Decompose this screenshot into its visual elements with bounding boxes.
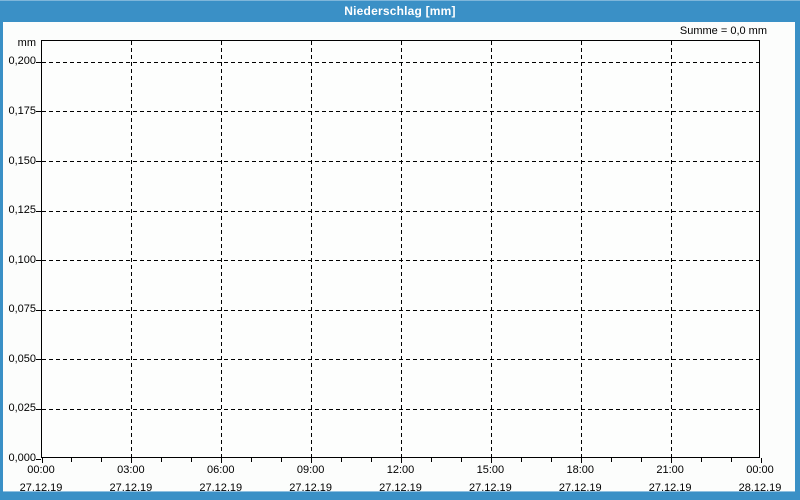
x-axis-date-label: 28.12.19: [739, 482, 782, 494]
x-axis-time-label: 06:00: [207, 464, 235, 476]
x-axis-time-label: 15:00: [477, 464, 505, 476]
y-axis-tick-label: 0,075: [3, 303, 36, 315]
x-axis-major-tick: [131, 458, 132, 463]
y-axis-tick: [36, 459, 41, 460]
y-axis-tick-label: 0,100: [3, 254, 36, 266]
x-gridline: [671, 41, 672, 457]
x-axis-major-tick: [671, 458, 672, 463]
x-axis-date-label: 27.12.19: [20, 482, 63, 494]
x-axis-major-tick: [221, 458, 222, 463]
x-axis-major-tick: [761, 458, 762, 463]
y-axis-tick-label: 0,125: [3, 204, 36, 216]
chart-panel: Summe = 0,0 mm mm 0,200 0,175 0,150 0,125 0,…: [3, 22, 795, 492]
x-gridline: [491, 41, 492, 457]
window-title-bar: Niederschlag [mm]: [0, 0, 800, 22]
x-axis-date-label: 27.12.19: [649, 482, 692, 494]
x-axis-minor-tick: [101, 458, 102, 462]
x-axis-minor-tick: [611, 458, 612, 462]
x-axis-minor-tick: [371, 458, 372, 462]
y-axis-tick: [36, 359, 41, 360]
x-axis-minor-tick: [641, 458, 642, 462]
x-axis-major-tick: [581, 458, 582, 463]
y-axis-tick: [36, 161, 41, 162]
plot-area: [41, 40, 760, 458]
y-axis-tick-label: 0,200: [3, 55, 36, 67]
x-gridline: [131, 41, 132, 457]
x-axis-date-label: 27.12.19: [559, 482, 602, 494]
x-axis-time-label: 03:00: [117, 464, 145, 476]
x-gridline: [311, 41, 312, 457]
y-axis-tick: [36, 211, 41, 212]
x-axis-date-label: 27.12.19: [469, 482, 512, 494]
x-axis-minor-tick: [731, 458, 732, 462]
x-axis-minor-tick: [701, 458, 702, 462]
x-axis-time-label: 00:00: [746, 464, 774, 476]
x-gridline: [221, 41, 222, 457]
y-axis-tick-label: 0,150: [3, 155, 36, 167]
x-gridline: [581, 41, 582, 457]
y-axis-tick: [36, 62, 41, 63]
sum-annotation: Summe = 0,0 mm: [680, 25, 767, 37]
x-axis-minor-tick: [251, 458, 252, 462]
x-axis-time-label: 18:00: [566, 464, 594, 476]
x-axis-time-label: 21:00: [656, 464, 684, 476]
y-axis-tick: [36, 409, 41, 410]
x-axis-major-tick: [491, 458, 492, 463]
x-axis-time-label: 09:00: [297, 464, 325, 476]
x-axis-major-tick: [42, 458, 43, 463]
x-axis-major-tick: [401, 458, 402, 463]
x-axis-minor-tick: [461, 458, 462, 462]
x-axis-minor-tick: [431, 458, 432, 462]
x-axis-date-label: 27.12.19: [379, 482, 422, 494]
x-gridline: [401, 41, 402, 457]
y-axis-tick: [36, 111, 41, 112]
x-axis-minor-tick: [551, 458, 552, 462]
x-axis-date-label: 27.12.19: [109, 482, 152, 494]
x-axis-minor-tick: [521, 458, 522, 462]
x-axis-time-label: 00:00: [27, 464, 55, 476]
x-axis-time-label: 12:00: [387, 464, 415, 476]
x-axis-date-label: 27.12.19: [199, 482, 242, 494]
y-axis-tick-label: 0,000: [3, 452, 36, 464]
x-axis-minor-tick: [191, 458, 192, 462]
window-title: Niederschlag [mm]: [344, 4, 455, 18]
x-axis-date-label: 27.12.19: [289, 482, 332, 494]
y-axis-tick-label: 0,025: [3, 402, 36, 414]
x-axis-minor-tick: [71, 458, 72, 462]
x-axis-minor-tick: [161, 458, 162, 462]
y-axis-tick-label: 0,175: [3, 105, 36, 117]
y-axis-unit-label: mm: [3, 37, 36, 49]
y-axis-tick-label: 0,050: [3, 353, 36, 365]
app-window: { "window": { "title": "Niederschlag [mm…: [0, 0, 800, 500]
x-axis-major-tick: [311, 458, 312, 463]
x-axis-minor-tick: [281, 458, 282, 462]
x-axis-minor-tick: [341, 458, 342, 462]
y-axis-tick: [36, 310, 41, 311]
y-axis-tick: [36, 260, 41, 261]
